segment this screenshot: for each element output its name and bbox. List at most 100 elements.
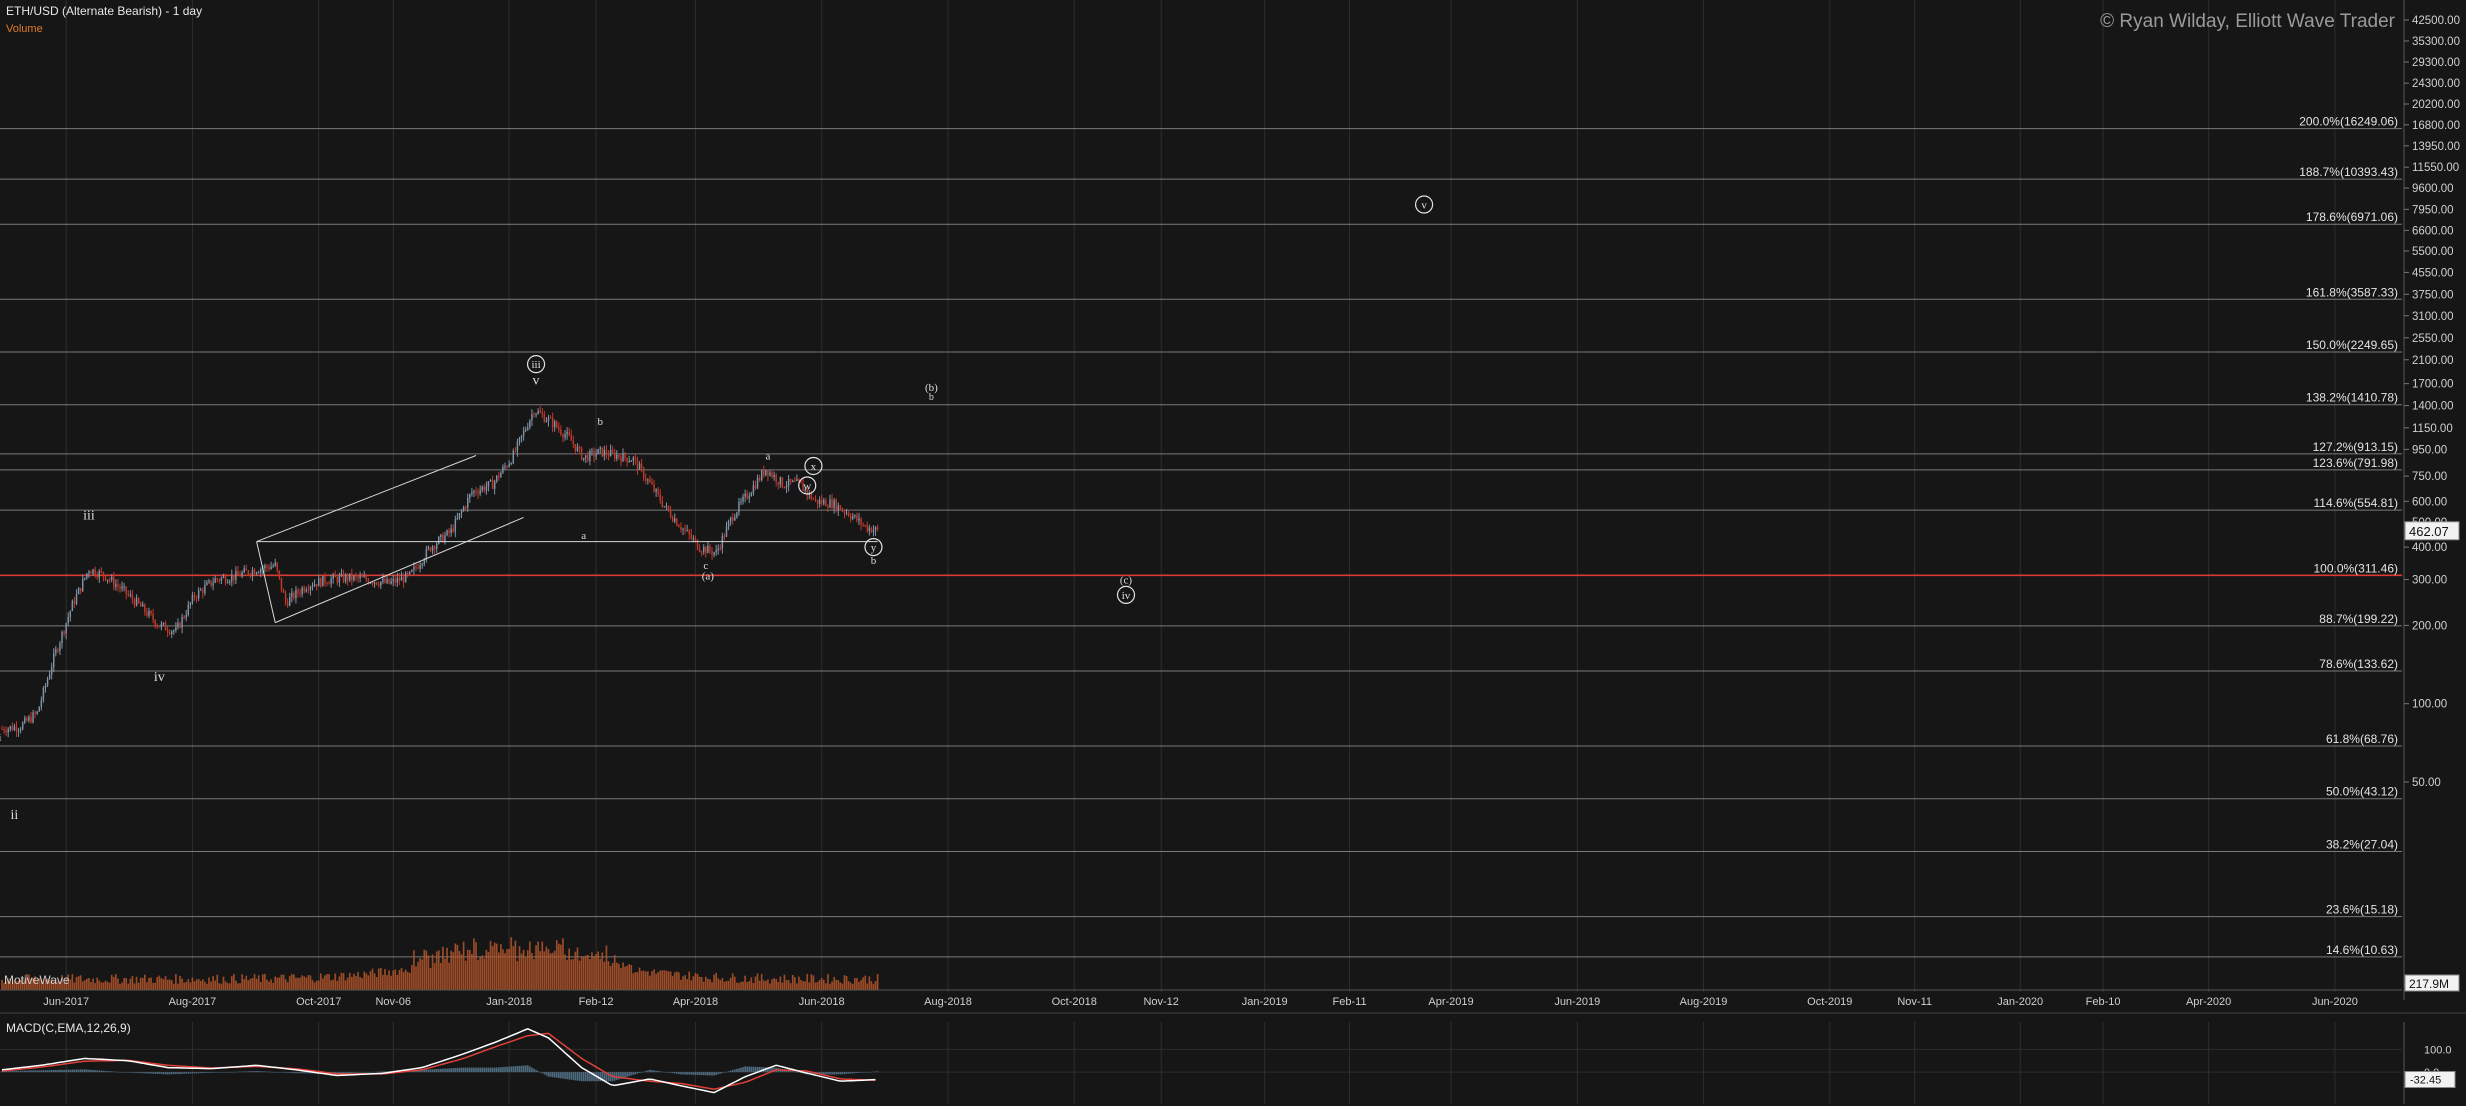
volume-indicator-label: MotiveWave — [4, 973, 70, 987]
price-candle-body — [231, 574, 233, 582]
volume-bar — [191, 977, 194, 990]
macd-histogram-bar — [32, 1070, 34, 1073]
volume-bar — [288, 975, 291, 990]
price-candle-body — [725, 526, 728, 537]
price-candle-body — [419, 565, 421, 569]
macd-histogram-bar — [102, 1070, 105, 1073]
macd-histogram-bar — [576, 1072, 579, 1081]
macd-histogram-bar — [586, 1072, 589, 1082]
price-candle-body — [841, 510, 844, 512]
volume-bar — [802, 981, 804, 990]
price-candle-body — [843, 510, 846, 514]
price-candle-body — [429, 547, 432, 551]
y-tick-label: 42500.00 — [2412, 15, 2460, 27]
macd-histogram-bar — [369, 1072, 372, 1073]
volume-bar — [408, 972, 411, 990]
volume-bar — [175, 974, 177, 990]
price-candle-body — [129, 594, 132, 596]
price-candle-body — [396, 577, 399, 583]
price-candle-body — [90, 571, 92, 574]
price-candle-body — [837, 505, 840, 511]
price-candle-body — [388, 578, 390, 584]
volume-bar — [653, 969, 655, 990]
macd-histogram-bar — [673, 1072, 676, 1074]
volume-bar — [278, 977, 281, 990]
macd-histogram-bar — [711, 1072, 713, 1076]
price-candle-body — [92, 569, 94, 574]
macd-histogram-bar — [634, 1072, 637, 1075]
price-candle-body — [199, 589, 202, 591]
price-candle-body — [135, 597, 138, 606]
macd-histogram-bar — [582, 1072, 585, 1082]
price-candle-body — [462, 507, 465, 511]
macd-histogram-bar — [131, 1072, 134, 1073]
price-candle-body — [715, 550, 717, 553]
price-candle-body — [334, 574, 336, 578]
volume-bar — [698, 976, 701, 990]
price-candle-body — [783, 487, 786, 489]
macd-title: MACD(C,EMA,12,26,9) — [6, 1021, 131, 1035]
volume-bar — [560, 944, 562, 990]
price-candle-body — [564, 434, 566, 438]
macd-histogram-bar — [158, 1072, 161, 1075]
macd-histogram-bar — [450, 1068, 453, 1073]
y-tick-label: 16800.00 — [2412, 120, 2460, 132]
macd-histogram-bar — [63, 1069, 65, 1073]
volume-bar — [632, 973, 635, 990]
price-candle-body — [378, 584, 380, 586]
price-candle-body — [754, 485, 757, 489]
volume-bar — [628, 964, 631, 990]
price-candle-body — [65, 623, 67, 634]
macd-histogram-bar — [377, 1071, 380, 1073]
fib-level-label: 188.7%(10393.43) — [2299, 165, 2398, 179]
volume-bar — [417, 961, 419, 990]
macd-histogram-bar — [657, 1071, 660, 1073]
price-candle-body — [375, 582, 378, 585]
macd-histogram-bar — [127, 1072, 130, 1073]
macd-histogram-bar — [864, 1072, 867, 1073]
macd-histogram-bar — [669, 1072, 672, 1073]
volume-bar — [557, 943, 560, 990]
macd-histogram-bar — [187, 1072, 190, 1074]
price-candle-body — [752, 485, 755, 494]
volume-bar — [272, 982, 274, 990]
volume-bar — [487, 951, 490, 990]
price-candle-body — [537, 411, 539, 414]
fib-level-label: 61.8%(68.76) — [2326, 732, 2398, 746]
price-candle-body — [88, 571, 90, 574]
macd-histogram-bar — [663, 1071, 666, 1073]
volume-bar — [584, 955, 587, 990]
wave-label: b — [929, 392, 934, 403]
price-candle-body — [257, 572, 260, 574]
macd-histogram-bar — [170, 1072, 173, 1075]
price-candle-body — [624, 452, 626, 458]
y-tick-label: 9600.00 — [2412, 183, 2454, 195]
price-candle-body — [421, 563, 423, 566]
volume-bar — [764, 980, 767, 990]
macd-histogram-bar — [239, 1071, 241, 1073]
volume-bar — [460, 954, 463, 990]
y-tick-label: 950.00 — [2412, 444, 2447, 456]
macd-histogram-bar — [21, 1070, 24, 1073]
macd-histogram-bar — [468, 1067, 471, 1073]
price-candle-body — [253, 569, 256, 574]
price-candle-body — [268, 567, 270, 570]
volume-bar — [195, 979, 198, 990]
price-candle-body — [144, 604, 146, 613]
volume-bar — [495, 943, 498, 990]
price-candle-body — [346, 574, 349, 581]
macd-histogram-bar — [133, 1072, 136, 1073]
volume-bar — [348, 972, 351, 990]
price-candle-body — [168, 632, 171, 634]
y-tick-label: 35300.00 — [2412, 36, 2460, 48]
volume-bar — [208, 977, 210, 990]
volume-bar — [845, 976, 848, 990]
price-candle-body — [299, 593, 301, 595]
volume-bar — [96, 977, 99, 990]
volume-bar — [311, 979, 314, 990]
macd-histogram-bar — [77, 1069, 80, 1073]
volume-bar — [833, 976, 835, 990]
macd-histogram-bar — [23, 1070, 26, 1073]
macd-histogram-bar — [9, 1070, 12, 1073]
volume-bar — [154, 982, 157, 990]
